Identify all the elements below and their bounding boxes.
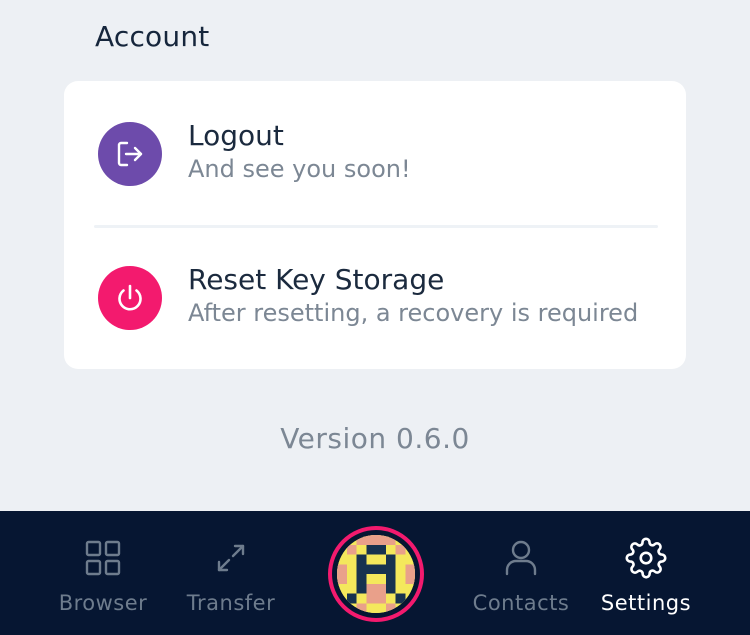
identicon-avatar (337, 535, 415, 613)
gear-icon (625, 537, 667, 579)
reset-key-storage-row[interactable]: Reset Key Storage After resetting, a rec… (64, 253, 686, 343)
nav-contacts[interactable]: Contacts (451, 537, 591, 627)
version-label: Version 0.6.0 (280, 422, 470, 455)
settings-page: Account Logout And see you soon! Reset K… (0, 0, 750, 635)
logout-row[interactable]: Logout And see you soon! (64, 109, 686, 199)
logout-title: Logout (188, 119, 284, 152)
person-icon (505, 540, 537, 576)
account-card: Logout And see you soon! Reset Key Stora… (64, 81, 686, 369)
reset-key-storage-text: Reset Key Storage After resetting, a rec… (188, 263, 638, 329)
nav-transfer[interactable]: Transfer (161, 537, 301, 627)
transfer-arrows-icon (217, 544, 245, 572)
logout-icon (98, 122, 162, 186)
nav-browser[interactable]: Browser (33, 537, 173, 627)
avatar-button[interactable] (328, 526, 424, 622)
divider (94, 225, 658, 228)
section-title: Account (95, 20, 210, 53)
logout-subtitle: And see you soon! (188, 155, 411, 183)
reset-key-storage-subtitle: After resetting, a recovery is required (188, 299, 639, 327)
nav-settings[interactable]: Settings (576, 537, 716, 627)
reset-key-storage-title: Reset Key Storage (188, 263, 445, 296)
logout-text: Logout And see you soon! (188, 119, 411, 185)
nav-browser-label: Browser (58, 591, 148, 615)
nav-contacts-label: Contacts (472, 591, 570, 615)
nav-transfer-label: Transfer (186, 591, 276, 615)
grid-icon (85, 540, 121, 576)
power-icon (98, 266, 162, 330)
nav-settings-label: Settings (600, 591, 692, 615)
